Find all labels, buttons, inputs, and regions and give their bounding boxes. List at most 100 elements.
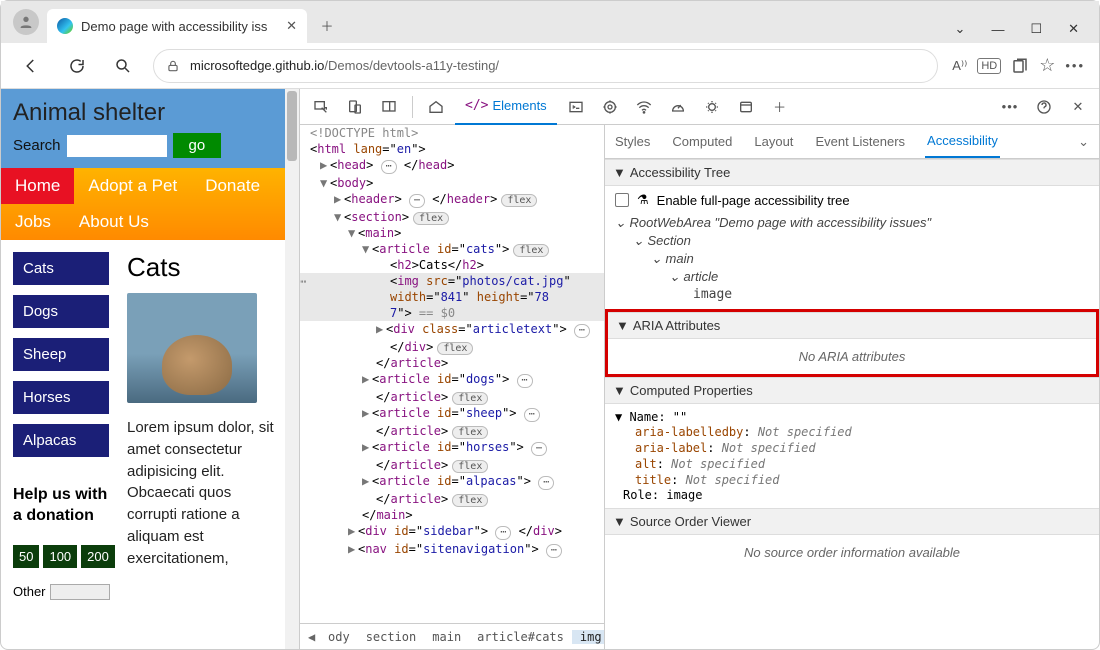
minimize-icon[interactable]: ― — [991, 22, 1004, 37]
dock-side-icon[interactable] — [374, 93, 404, 121]
device-emulation-icon[interactable] — [340, 93, 370, 121]
search-icon[interactable] — [107, 50, 139, 82]
dom-main[interactable]: ▼<main> — [300, 225, 604, 241]
tree-section[interactable]: ⌄ Section — [615, 232, 1089, 250]
tab-event-listeners[interactable]: Event Listeners — [813, 126, 907, 157]
back-button[interactable] — [15, 50, 47, 82]
devtools-close-icon[interactable]: ✕ — [1063, 93, 1093, 121]
crumb-body[interactable]: ody — [320, 630, 358, 644]
dom-article-dogs[interactable]: ▶<article id="dogs"> ⋯ — [300, 371, 604, 389]
dom-article-dogs-close[interactable]: </article>flex — [300, 389, 604, 405]
browser-tab[interactable]: Demo page with accessibility iss ✕ — [47, 9, 307, 43]
memory-tab-icon[interactable] — [697, 93, 727, 121]
url-box[interactable]: microsoftedge.github.io/Demos/devtools-a… — [153, 49, 938, 83]
dom-article-horses-close[interactable]: </article>flex — [300, 457, 604, 473]
profile-avatar[interactable] — [13, 9, 39, 35]
dom-article-alpacas[interactable]: ▶<article id="alpacas"> ⋯ — [300, 473, 604, 491]
breadcrumb[interactable]: ◀ ody section main article#cats img ▶ — [300, 623, 604, 649]
dom-article-horses[interactable]: ▶<article id="horses"> ⋯ — [300, 439, 604, 457]
source-order-header[interactable]: ▼Source Order Viewer — [605, 508, 1099, 535]
dom-div-close[interactable]: </div>flex — [300, 339, 604, 355]
fullpage-tree-checkbox[interactable] — [615, 193, 629, 207]
dom-section[interactable]: ▼<section>flex — [300, 209, 604, 225]
elements-tab[interactable]: </>Elements — [455, 89, 557, 125]
tab-computed[interactable]: Computed — [670, 126, 734, 157]
add-tab-icon[interactable]: ＋ — [765, 93, 795, 121]
tab-layout[interactable]: Layout — [752, 126, 795, 157]
dom-img-selected[interactable]: ⋯<img src="photos/cat.jpg" — [300, 273, 604, 289]
search-input[interactable] — [67, 135, 167, 157]
dom-article-sheep[interactable]: ▶<article id="sheep"> ⋯ — [300, 405, 604, 423]
go-button[interactable]: go — [173, 133, 222, 158]
nav-about[interactable]: About Us — [65, 204, 163, 240]
crumb-main[interactable]: main — [424, 630, 469, 644]
tab-styles[interactable]: Styles — [613, 126, 652, 157]
read-aloud-icon[interactable]: A⁾⁾ — [952, 58, 967, 74]
dom-article-close[interactable]: </article> — [300, 355, 604, 371]
hd-icon[interactable]: HD — [977, 58, 1001, 74]
tree-main[interactable]: ⌄ main — [615, 250, 1089, 268]
network-tab-icon[interactable] — [629, 93, 659, 121]
dom-article-sheep-close[interactable]: </article>flex — [300, 423, 604, 439]
donate-50[interactable]: 50 — [13, 545, 39, 568]
dom-h2[interactable]: <h2>Cats</h2> — [300, 257, 604, 273]
crumb-section[interactable]: section — [358, 630, 425, 644]
refresh-button[interactable] — [61, 50, 93, 82]
name-row[interactable]: ▼ Name: "" — [615, 410, 1089, 424]
aria-attributes-header[interactable]: ▼ARIA Attributes — [608, 312, 1096, 339]
cat-sheep[interactable]: Sheep — [13, 338, 109, 371]
dom-head[interactable]: ▶<head> ⋯ </head> — [300, 157, 604, 175]
tree-root[interactable]: ⌄ RootWebArea "Demo page with accessibil… — [615, 214, 1089, 232]
crumb-img[interactable]: img — [572, 630, 604, 644]
tab-close-icon[interactable]: ✕ — [286, 18, 297, 34]
dom-tree[interactable]: <!DOCTYPE html> <html lang="en"> ▶<head>… — [300, 125, 605, 649]
donate-100[interactable]: 100 — [43, 545, 77, 568]
performance-tab-icon[interactable] — [663, 93, 693, 121]
crumb-article[interactable]: article#cats — [469, 630, 572, 644]
console-tab-icon[interactable] — [561, 93, 591, 121]
maximize-icon[interactable]: ☐ — [1030, 21, 1042, 37]
sources-tab-icon[interactable] — [595, 93, 625, 121]
dom-article-alpacas-close[interactable]: </article>flex — [300, 491, 604, 507]
tree-article[interactable]: ⌄ article — [615, 268, 1089, 286]
more-icon[interactable]: ••• — [1065, 58, 1085, 73]
crumb-prev-icon[interactable]: ◀ — [300, 630, 320, 644]
nav-home[interactable]: Home — [1, 168, 74, 204]
welcome-tab-icon[interactable] — [421, 93, 451, 121]
cat-alpacas[interactable]: Alpacas — [13, 424, 109, 457]
computed-props-header[interactable]: ▼Computed Properties — [605, 377, 1099, 404]
new-tab-button[interactable]: ＋ — [311, 9, 343, 41]
page-scrollbar[interactable] — [285, 89, 299, 649]
chevron-down-icon[interactable]: ⌄ — [955, 21, 966, 37]
dom-img-line2[interactable]: width="841" height="78 — [300, 289, 604, 305]
window-close-icon[interactable]: ✕ — [1068, 21, 1079, 37]
nav-jobs[interactable]: Jobs — [1, 204, 65, 240]
dom-body[interactable]: ▼<body> — [300, 175, 604, 191]
application-tab-icon[interactable] — [731, 93, 761, 121]
collections-icon[interactable] — [1011, 57, 1029, 75]
inspect-tool-icon[interactable] — [306, 93, 336, 121]
dom-sitenav[interactable]: ▶<nav id="sitenavigation"> ⋯ — [300, 541, 604, 559]
help-icon[interactable] — [1029, 93, 1059, 121]
cat-horses[interactable]: Horses — [13, 381, 109, 414]
sidepane-more-icon[interactable]: ⌄ — [1076, 126, 1091, 158]
cat-cats[interactable]: Cats — [13, 252, 109, 285]
a11y-tree-header[interactable]: ▼Accessibility Tree — [605, 159, 1099, 186]
dom-main-close[interactable]: </main> — [300, 507, 604, 523]
dom-articletext[interactable]: ▶<div class="articletext"> ⋯ — [300, 321, 604, 339]
dom-article-cats[interactable]: ▼<article id="cats">flex — [300, 241, 604, 257]
tree-image[interactable]: image — [615, 286, 1089, 303]
dom-header[interactable]: ▶<header> ⋯ </header>flex — [300, 191, 604, 209]
tab-accessibility[interactable]: Accessibility — [925, 125, 1000, 158]
dom-doctype[interactable]: <!DOCTYPE html> — [300, 125, 604, 141]
donate-200[interactable]: 200 — [81, 545, 115, 568]
favorite-icon[interactable]: ☆ — [1039, 55, 1055, 76]
devtools-more-icon[interactable]: ••• — [995, 93, 1025, 121]
nav-donate[interactable]: Donate — [191, 168, 274, 204]
cat-dogs[interactable]: Dogs — [13, 295, 109, 328]
dom-img-line3[interactable]: 7"> == $0 — [300, 305, 604, 321]
nav-adopt[interactable]: Adopt a Pet — [74, 168, 191, 204]
other-amount-input[interactable] — [50, 584, 110, 600]
dom-html[interactable]: <html lang="en"> — [300, 141, 604, 157]
dom-sidebar[interactable]: ▶<div id="sidebar"> ⋯ </div> — [300, 523, 604, 541]
